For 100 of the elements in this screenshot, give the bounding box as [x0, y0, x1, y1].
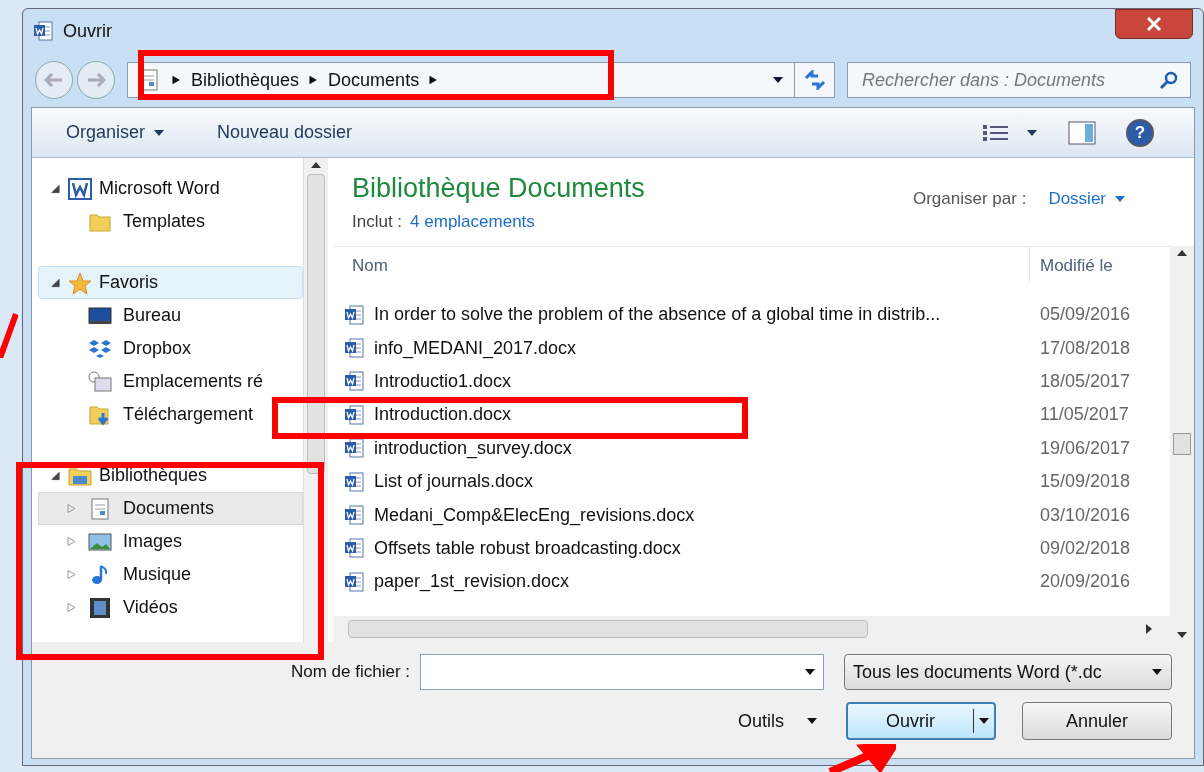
scrollbar[interactable] — [1170, 246, 1194, 642]
preview-pane-icon — [1068, 120, 1096, 145]
word-document-icon — [344, 403, 366, 426]
arrange-by-dropdown[interactable]: Dossier — [1048, 186, 1126, 212]
cancel-button[interactable]: Annuler — [1022, 702, 1172, 740]
nav-item[interactable]: Téléchargement — [38, 398, 303, 431]
includes-label: Inclut : — [352, 210, 403, 233]
address-bar[interactable]: Bibliothèques Documents — [127, 62, 835, 98]
search-icon — [1159, 70, 1179, 90]
nav-section[interactable]: Favoris — [38, 266, 303, 299]
organize-menu[interactable]: Organiser — [66, 119, 166, 146]
nav-item[interactable]: Images — [38, 525, 303, 558]
word-document-icon — [344, 337, 366, 360]
file-name-label: Nom de fichier : — [290, 661, 410, 684]
modified-date: 18/05/2017 — [1039, 369, 1132, 393]
modified-date: 17/08/2018 — [1039, 336, 1132, 360]
modified-date: 05/09/2016 — [1039, 303, 1132, 327]
modified-date: 09/02/2018 — [1039, 536, 1132, 560]
word-document-icon — [344, 537, 366, 560]
word-document-icon — [344, 570, 366, 593]
close-button[interactable] — [1115, 9, 1193, 39]
file-name[interactable]: Introductio1.docx — [374, 367, 512, 395]
breadcrumb-arrow-icon — [172, 75, 181, 85]
arrange-by-label: Organiser par : — [913, 188, 1027, 210]
nav-section[interactable]: Bibliothèques — [38, 459, 303, 492]
column-header[interactable]: Nom — [334, 247, 1030, 282]
scroll-up-icon — [1177, 250, 1187, 256]
word-document-icon — [344, 504, 366, 527]
breadcrumb[interactable]: Documents — [328, 66, 420, 94]
file-name[interactable]: In order to solve the problem of the absence of a global time in distrib... — [374, 301, 941, 329]
scroll-thumb[interactable] — [348, 620, 868, 638]
search-field[interactable]: Rechercher dans : Documents — [847, 62, 1191, 98]
modified-date: 20/09/2016 — [1039, 570, 1132, 594]
caret-icon — [806, 717, 818, 725]
film-strip-icon — [87, 595, 113, 620]
dropdown-caret-icon — [772, 76, 784, 84]
caret-icon — [1114, 194, 1126, 203]
open-button[interactable]: Ouvrir — [846, 702, 996, 740]
modified-date: 03/10/2016 — [1039, 503, 1132, 527]
nav-item[interactable]: Emplacements ré — [38, 365, 303, 398]
new-folder-button[interactable]: Nouveau dossier — [217, 119, 353, 146]
nav-item[interactable]: Templates — [38, 205, 303, 238]
library-title: Bibliothèque Documents — [352, 172, 645, 205]
locations-link[interactable]: 4 emplacements — [410, 208, 535, 234]
collapsed-arrow-icon — [67, 602, 77, 613]
column-header[interactable]: Modifié le — [1030, 247, 1170, 282]
scroll-right-icon — [1146, 624, 1152, 634]
nav-item[interactable]: Vidéos — [38, 591, 303, 624]
dropdown-caret-icon — [804, 668, 816, 676]
collapsed-arrow-icon — [67, 503, 77, 514]
nav-item[interactable]: Bureau — [38, 299, 303, 332]
star-icon — [67, 270, 93, 295]
help-button[interactable]: ? — [1126, 118, 1154, 147]
file-name[interactable]: paper_1st_revision.docx — [374, 568, 570, 596]
collapsed-arrow-icon — [67, 536, 77, 547]
annotation-line — [0, 312, 18, 358]
preview-pane-button[interactable] — [1068, 120, 1096, 145]
right-arrow-icon — [86, 72, 106, 88]
nav-section[interactable]: Microsoft Word — [38, 172, 303, 205]
file-name[interactable]: introduction_survey.docx — [374, 434, 572, 462]
word-document-icon — [344, 370, 366, 393]
word-document-icon — [344, 437, 366, 460]
collapsed-arrow-icon — [67, 569, 77, 580]
caret-icon — [153, 128, 166, 137]
view-options-button[interactable] — [982, 122, 1038, 143]
caret-icon — [978, 717, 990, 725]
scroll-down-icon — [1177, 632, 1187, 638]
refresh-arrows-icon — [802, 70, 827, 90]
left-arrow-icon — [44, 72, 64, 88]
scroll-up-icon — [311, 162, 321, 168]
nav-item[interactable]: Dropbox — [38, 332, 303, 365]
file-name[interactable]: Introduction.docx — [374, 401, 512, 429]
breadcrumb-arrow-icon — [309, 75, 319, 85]
scroll-thumb[interactable] — [1173, 433, 1191, 455]
tools-menu[interactable]: Outils — [738, 707, 818, 735]
word-logo-icon — [67, 176, 93, 201]
word-document-icon — [344, 470, 366, 493]
back-button[interactable] — [35, 61, 73, 99]
recent-places-icon — [87, 369, 113, 394]
breadcrumb[interactable]: Bibliothèques — [191, 66, 300, 94]
nav-item[interactable]: Documents — [38, 492, 303, 525]
file-type-dropdown[interactable]: Tous les documents Word (*.dc — [844, 654, 1172, 690]
scroll-thumb[interactable] — [307, 174, 325, 474]
window-title: Ouvrir — [63, 19, 112, 43]
breadcrumb-arrow-icon — [429, 75, 439, 85]
nav-item[interactable]: Musique — [38, 558, 303, 591]
expanded-arrow-icon — [51, 470, 60, 481]
annotation-arrow — [826, 744, 896, 772]
dropdown-caret-icon — [1151, 668, 1163, 676]
close-icon — [1146, 17, 1162, 31]
modified-date: 19/06/2017 — [1039, 436, 1132, 460]
expanded-arrow-icon — [51, 277, 60, 288]
word-logo-icon — [33, 20, 55, 42]
file-name[interactable]: Offsets table robust broadcasting.docx — [374, 534, 681, 562]
forward-button[interactable] — [77, 61, 115, 99]
file-name[interactable]: info_MEDANI_2017.docx — [374, 334, 577, 362]
file-name[interactable]: List of journals.docx — [374, 468, 534, 496]
caret-icon — [1026, 128, 1038, 137]
file-name-field[interactable] — [420, 654, 824, 690]
file-name[interactable]: Medani_Comp&ElecEng_revisions.docx — [374, 501, 695, 529]
